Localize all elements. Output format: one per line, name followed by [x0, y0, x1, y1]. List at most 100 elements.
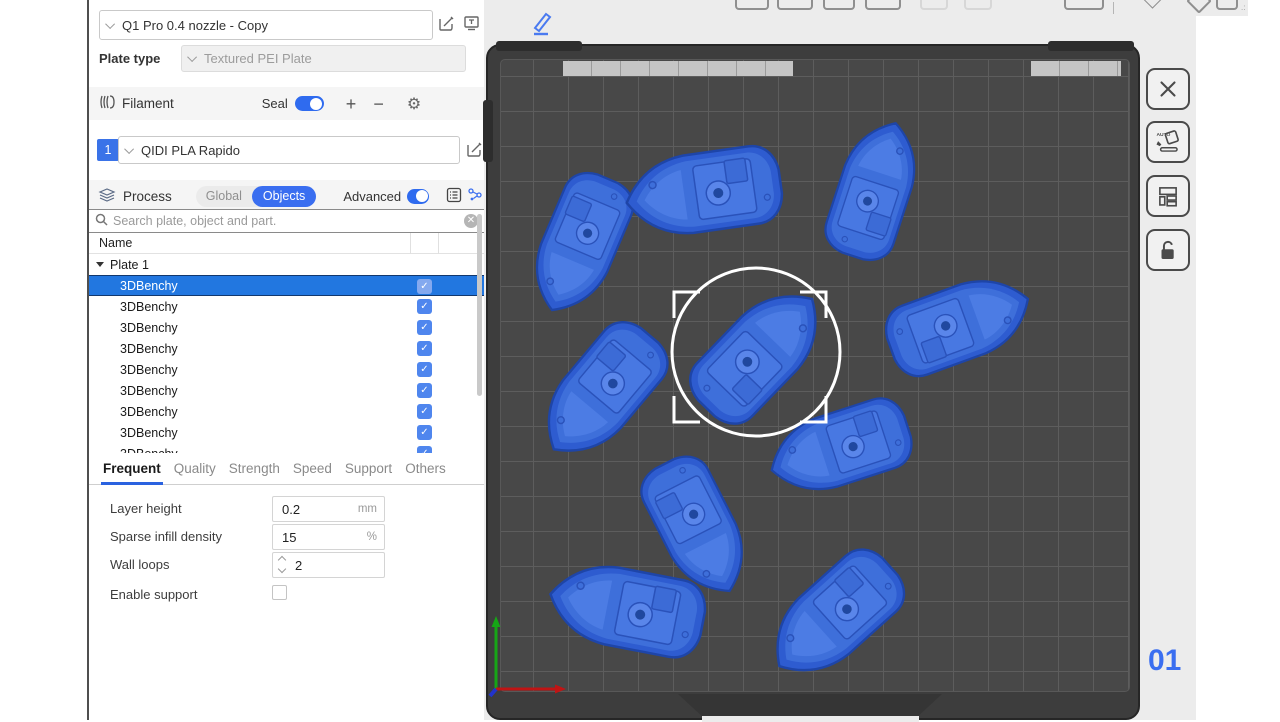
delete-plate-button[interactable] — [1146, 68, 1190, 110]
wipe-strip — [1031, 61, 1121, 76]
tree-row-benchy[interactable]: 3DBenchy ✓ — [89, 317, 484, 338]
parameter-list-icon[interactable] — [446, 187, 462, 206]
tree-row-benchy[interactable]: 3DBenchy ✓ — [89, 296, 484, 317]
object-name: 3DBenchy — [120, 384, 178, 398]
plate-number-label[interactable]: 01 — [1148, 644, 1181, 678]
edit-filament-icon[interactable] — [466, 141, 483, 161]
tab-support[interactable]: Support — [345, 455, 392, 485]
toolbar-icon-partial[interactable] — [735, 0, 769, 10]
search-input[interactable] — [113, 214, 459, 228]
viewport-3d[interactable]: AUTO 01 — [484, 16, 1196, 720]
clear-search-icon[interactable]: ✕ — [464, 214, 478, 228]
arrange-objects-button[interactable] — [1146, 175, 1190, 217]
tab-quality[interactable]: Quality — [174, 455, 216, 485]
arrange-icon — [1155, 183, 1181, 209]
visibility-checkbox[interactable]: ✓ — [417, 404, 432, 419]
tab-speed[interactable]: Speed — [293, 455, 332, 485]
add-filament-button[interactable]: + — [346, 95, 357, 113]
visibility-checkbox[interactable]: ✓ — [417, 362, 432, 377]
tab-strength[interactable]: Strength — [229, 455, 280, 485]
visibility-checkbox[interactable]: ✓ — [417, 383, 432, 398]
chevron-down-icon — [105, 19, 115, 29]
object-name: 3DBenchy — [120, 363, 178, 377]
plate-clip — [1048, 41, 1134, 51]
wall-loops-input[interactable] — [273, 553, 384, 577]
close-icon — [1155, 76, 1181, 102]
toolbar-icon-partial[interactable] — [1216, 0, 1238, 10]
visibility-checkbox[interactable]: ✓ — [417, 279, 432, 294]
toolbar-icon-partial[interactable] — [777, 0, 813, 10]
object-name: 3DBenchy — [120, 279, 178, 293]
infill-density-label: Sparse infill density — [110, 529, 222, 544]
toolbar-icon-partial[interactable] — [1064, 0, 1104, 10]
search-icon — [95, 213, 108, 229]
visibility-checkbox[interactable]: ✓ — [417, 446, 432, 453]
process-global-tab[interactable]: Global — [196, 189, 252, 203]
tree-row-benchy[interactable]: 3DBenchy✓ — [89, 443, 484, 453]
toolbar-icon-partial[interactable] — [823, 0, 855, 10]
column-divider — [438, 233, 439, 254]
filament-select[interactable]: QIDI PLA Rapido — [118, 136, 460, 164]
tree-row-benchy[interactable]: 3DBenchy✓ — [89, 338, 484, 359]
auto-orient-icon: AUTO — [1154, 128, 1182, 156]
printer-preset-value: Q1 Pro 0.4 nozzle - Copy — [122, 18, 268, 33]
unlocked-padlock-icon — [1155, 237, 1181, 263]
advanced-toggle[interactable] — [407, 189, 429, 204]
visibility-checkbox[interactable]: ✓ — [417, 341, 432, 356]
collapse-caret-icon[interactable] — [96, 262, 104, 267]
seal-label: Seal — [262, 96, 288, 111]
layer-height-field-frame: mm — [272, 496, 385, 522]
plate-front-notch — [678, 694, 942, 716]
chevron-down-icon — [187, 52, 197, 62]
process-section-header: Process Global Objects Advanced — [89, 180, 484, 212]
toolbar-icon-partial — [964, 0, 992, 10]
tab-others[interactable]: Others — [405, 455, 446, 485]
visibility-checkbox[interactable]: ✓ — [417, 320, 432, 335]
main-toolbar-cutoff: .: — [484, 0, 1248, 16]
tree-row-benchy[interactable]: 3DBenchy ✓ — [89, 401, 484, 422]
visibility-checkbox[interactable]: ✓ — [417, 425, 432, 440]
enable-support-checkbox[interactable] — [272, 585, 287, 600]
plate-type-select[interactable]: Textured PEI Plate — [181, 45, 466, 72]
printer-settings-icon[interactable] — [463, 15, 480, 35]
lock-plate-button[interactable] — [1146, 229, 1190, 271]
filament-title: Filament — [122, 96, 174, 111]
remove-filament-button[interactable]: − — [373, 95, 384, 113]
column-divider — [410, 233, 411, 254]
seal-toggle[interactable] — [295, 96, 324, 111]
filament-icon — [98, 94, 116, 113]
tree-row-plate[interactable]: Plate 1 — [89, 254, 484, 275]
auto-orient-button[interactable]: AUTO — [1146, 121, 1190, 163]
edit-preset-icon[interactable] — [438, 15, 455, 35]
process-objects-tab[interactable]: Objects — [252, 186, 316, 207]
filament-slot-badge: 1 — [97, 139, 119, 161]
plate-clip — [496, 41, 582, 51]
toolbar-icon-partial — [920, 0, 948, 10]
tree-row-benchy[interactable]: 3DBenchy✓ — [89, 422, 484, 443]
visibility-checkbox[interactable]: ✓ — [417, 299, 432, 314]
tree-scrollbar[interactable] — [477, 214, 482, 396]
tab-frequent[interactable]: Frequent — [103, 455, 161, 485]
filament-settings-gear-icon[interactable]: ⚙ — [407, 94, 421, 114]
tree-row-benchy[interactable]: 3DBenchy ✓ — [89, 380, 484, 401]
toolbar-icon-partial[interactable] — [1186, 0, 1211, 14]
search-bar: ✕ — [89, 210, 484, 233]
plate-grid — [500, 59, 1130, 692]
object-name: 3DBenchy — [120, 321, 178, 335]
toolbar-overflow-dots: .: — [1241, 3, 1245, 12]
object-name: 3DBenchy — [120, 300, 178, 314]
compare-parameters-icon[interactable] — [467, 187, 484, 206]
toolbar-icon-partial[interactable] — [1143, 0, 1161, 9]
toolbar-icon-partial[interactable] — [865, 0, 901, 10]
edit-plate-name-pencil-icon[interactable] — [527, 8, 557, 41]
wall-loops-label: Wall loops — [110, 557, 169, 572]
filament-value: QIDI PLA Rapido — [141, 143, 240, 158]
tree-row-benchy[interactable]: 3DBenchy ✓ — [89, 275, 484, 296]
wall-loops-field-frame — [272, 552, 385, 578]
printer-preset-select[interactable]: Q1 Pro 0.4 nozzle - Copy — [99, 10, 433, 40]
chevron-down-icon — [124, 144, 134, 154]
process-tabs: Frequent Quality Strength Speed Support … — [89, 455, 484, 485]
object-name: 3DBenchy — [120, 405, 178, 419]
plate-type-value: Textured PEI Plate — [204, 51, 312, 66]
tree-row-benchy[interactable]: 3DBenchy ✓ — [89, 359, 484, 380]
